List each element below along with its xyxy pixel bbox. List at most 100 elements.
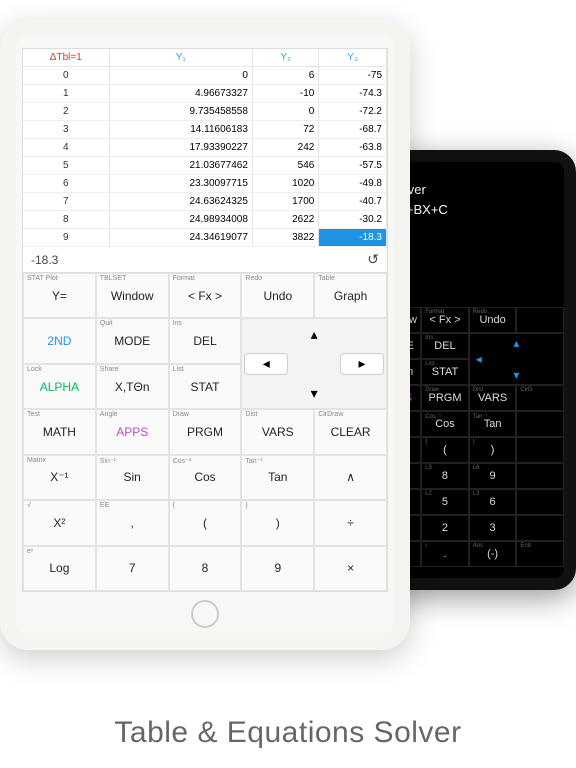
key-[interactable]: ×: [314, 546, 387, 591]
table-header[interactable]: Y₃: [319, 49, 387, 67]
key-prgm[interactable]: DrawPRGM: [169, 409, 242, 454]
dpad-down[interactable]: ▾: [513, 368, 519, 382]
key-y[interactable]: STAT PlotY=: [23, 273, 96, 318]
key-[interactable]: }): [469, 437, 517, 463]
key-tan[interactable]: Tan⁻¹Tan: [469, 411, 517, 437]
key-cos[interactable]: Cos⁻¹Cos: [169, 455, 242, 500]
table-header[interactable]: ΔTbl=1: [23, 49, 109, 67]
dpad-up[interactable]: ▴: [290, 319, 338, 349]
key-blank[interactable]: [516, 437, 564, 463]
key-blank[interactable]: Entr: [516, 541, 564, 567]
table-cell[interactable]: 72: [252, 121, 318, 139]
table-cell[interactable]: 7: [23, 193, 109, 211]
key-fx[interactable]: Format< Fx >: [421, 307, 469, 333]
key-xtn[interactable]: ShareX,TΘn: [96, 364, 169, 409]
key-del[interactable]: InsDEL: [169, 318, 242, 363]
dpad-down[interactable]: ▾: [290, 379, 338, 409]
key-8[interactable]: 8: [169, 546, 242, 591]
table-cell[interactable]: 21.03677462: [109, 157, 252, 175]
table-cell[interactable]: 2: [23, 103, 109, 121]
table-cell[interactable]: 0: [109, 67, 252, 85]
table-cell[interactable]: -10: [252, 85, 318, 103]
dpad-right[interactable]: ▸: [340, 353, 384, 375]
dpad-left[interactable]: ◂: [476, 352, 482, 366]
table-cell[interactable]: 5: [23, 157, 109, 175]
table-cell[interactable]: 2622: [252, 211, 318, 229]
table-cell[interactable]: 1020: [252, 175, 318, 193]
key-[interactable]: {(: [169, 500, 242, 545]
key-stat[interactable]: ListSTAT: [421, 359, 469, 385]
key-x[interactable]: √X²: [23, 500, 96, 545]
table-cell[interactable]: -30.2: [319, 211, 387, 229]
key-sin[interactable]: Sin⁻¹Sin: [96, 455, 169, 500]
key-undo[interactable]: RedoUndo: [241, 273, 314, 318]
key-[interactable]: ÷: [314, 500, 387, 545]
table-cell[interactable]: 24.98934008: [109, 211, 252, 229]
table-cell[interactable]: -63.8: [319, 139, 387, 157]
key-blank[interactable]: [516, 489, 564, 515]
key-9[interactable]: 9: [241, 546, 314, 591]
key-[interactable]: }): [241, 500, 314, 545]
table-cell[interactable]: 4: [23, 139, 109, 157]
key-math[interactable]: TestMATH: [23, 409, 96, 454]
table-cell[interactable]: -57.5: [319, 157, 387, 175]
key-blank[interactable]: [516, 463, 564, 489]
table-cell[interactable]: 24.63624325: [109, 193, 252, 211]
table-cell[interactable]: -72.2: [319, 103, 387, 121]
key-vars[interactable]: DistVARS: [469, 385, 517, 411]
table-header[interactable]: Y₂: [252, 49, 318, 67]
table-cell[interactable]: 8: [23, 211, 109, 229]
key-apps[interactable]: AngleAPPS: [96, 409, 169, 454]
key-5[interactable]: L25: [421, 489, 469, 515]
key-del[interactable]: InsDEL: [421, 333, 469, 359]
table-cell[interactable]: 0: [23, 67, 109, 85]
table-cell[interactable]: 9.735458558: [109, 103, 252, 121]
key-undo[interactable]: RedoUndo: [469, 307, 517, 333]
key-[interactable]: ∧: [314, 455, 387, 500]
key-log[interactable]: eˣLog: [23, 546, 96, 591]
table-cell[interactable]: 6: [23, 175, 109, 193]
home-button[interactable]: [191, 600, 219, 628]
key-window[interactable]: TBLSETWindow: [96, 273, 169, 318]
table-cell[interactable]: 242: [252, 139, 318, 157]
key-blank[interactable]: [516, 411, 564, 437]
table-cell[interactable]: -18.3: [319, 229, 387, 247]
table-header[interactable]: Y₁: [109, 49, 252, 67]
dpad-up[interactable]: ▴: [513, 336, 519, 350]
table-cell[interactable]: -49.8: [319, 175, 387, 193]
table-cell[interactable]: 4.96673327: [109, 85, 252, 103]
table-cell[interactable]: 14.11606183: [109, 121, 252, 139]
table-cell[interactable]: 24.34619077: [109, 229, 252, 247]
table-cell[interactable]: 3822: [252, 229, 318, 247]
table-cell[interactable]: -40.7: [319, 193, 387, 211]
key-9[interactable]: L69: [469, 463, 517, 489]
table-cell[interactable]: 546: [252, 157, 318, 175]
key-clear[interactable]: ClrDrawCLEAR: [314, 409, 387, 454]
key-[interactable]: i.: [421, 541, 469, 567]
key-graph[interactable]: TableGraph: [314, 273, 387, 318]
table-cell[interactable]: 1: [23, 85, 109, 103]
table-cell[interactable]: -68.7: [319, 121, 387, 139]
table-cell[interactable]: 23.30097715: [109, 175, 252, 193]
key-2[interactable]: 2: [421, 515, 469, 541]
key-x[interactable]: MatrixX⁻¹: [23, 455, 96, 500]
key-alpha[interactable]: LockALPHA: [23, 364, 96, 409]
key-7[interactable]: 7: [96, 546, 169, 591]
key-mode[interactable]: QuitMODE: [96, 318, 169, 363]
table-cell[interactable]: -74.3: [319, 85, 387, 103]
table-cell[interactable]: 17.93390227: [109, 139, 252, 157]
key-3[interactable]: 3: [469, 515, 517, 541]
table-cell[interactable]: 6: [252, 67, 318, 85]
key-stat[interactable]: ListSTAT: [169, 364, 242, 409]
key-[interactable]: Ans(-): [469, 541, 517, 567]
key-[interactable]: {(: [421, 437, 469, 463]
dpad[interactable]: ▴◂ ▸▾: [241, 318, 387, 409]
table-cell[interactable]: 1700: [252, 193, 318, 211]
table-cell[interactable]: -75: [319, 67, 387, 85]
key-blank[interactable]: [516, 515, 564, 541]
key-blank[interactable]: ClrD: [516, 385, 564, 411]
dpad[interactable]: ▴ ◂ ▾: [469, 333, 564, 385]
table-cell[interactable]: 9: [23, 229, 109, 247]
key-fx[interactable]: Format< Fx >: [169, 273, 242, 318]
dpad-left[interactable]: ◂: [244, 353, 288, 375]
